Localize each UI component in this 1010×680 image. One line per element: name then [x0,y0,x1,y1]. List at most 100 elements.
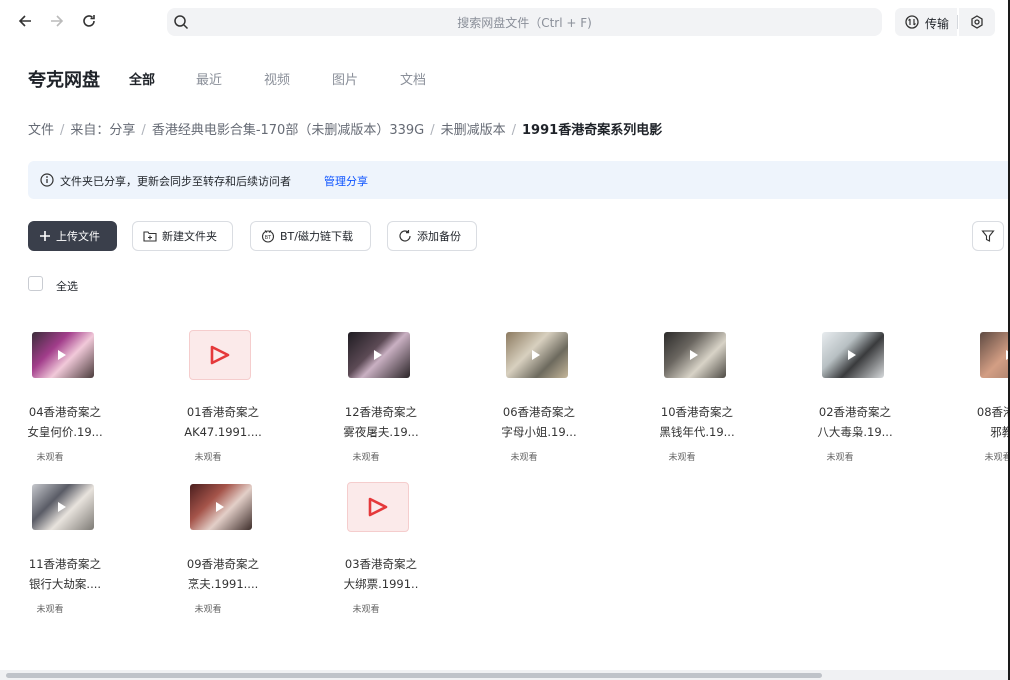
file-name: 09香港奇案之 烹夫.1991.... [158,554,288,594]
folder-plus-icon [143,231,157,242]
play-icon [58,350,66,360]
video-thumbnail [348,332,410,378]
file-name-line2: 邪教追... [990,425,1010,439]
play-icon [210,345,230,365]
watch-status: 未观看 [984,453,1010,463]
tab-recent[interactable]: 最近 [196,69,222,88]
search-placeholder: 搜索网盘文件（Ctrl + F) [457,16,592,30]
bt-download-label: BT/磁力链下载 [280,230,353,243]
breadcrumb-item-collection[interactable]: 香港经典电影合集-170部（未删减版本）339G [152,123,424,138]
video-file-icon [189,330,251,380]
file-name-line2: 雾夜屠夫.19... [343,425,419,439]
file-name: 11香港奇案之 银行大劫案.... [0,554,130,594]
watch-status: 未观看 [194,453,222,463]
app-logo: 夸克网盘 [28,70,100,91]
back-button[interactable] [14,10,36,32]
file-name-line2: 黑钱年代.19... [659,425,735,439]
video-thumbnail [980,332,1010,378]
file-name-line1: 08香港奇案之 [976,405,1010,419]
video-thumbnail [32,332,94,378]
new-folder-label: 新建文件夹 [162,230,217,243]
watch-status: 未观看 [194,605,222,615]
file-name: 04香港奇案之 女皇何价.19... [0,402,130,442]
file-name-line1: 11香港奇案之 [28,557,102,571]
breadcrumb-item-current: 1991香港奇案系列电影 [522,123,663,138]
breadcrumb-item-uncut[interactable]: 未删减版本 [441,123,506,138]
refresh-icon [83,15,95,27]
play-icon [374,350,382,360]
file-name: 03香港奇案之 大绑票.1991.. [316,554,446,594]
tab-image[interactable]: 图片 [332,69,358,88]
video-thumbnail [190,484,252,530]
play-icon [532,350,540,360]
file-name: 10香港奇案之 黑钱年代.19... [632,402,762,442]
select-all-checkbox[interactable] [28,276,43,291]
select-all-label: 全选 [56,280,78,293]
file-name-line1: 10香港奇案之 [660,405,734,419]
file-name-line1: 02香港奇案之 [818,405,892,419]
tab-video[interactable]: 视频 [264,69,290,88]
new-folder-button[interactable]: 新建文件夹 [132,221,233,251]
manage-share-link[interactable]: 管理分享 [324,173,368,189]
file-name-line2: 女皇何价.19... [27,425,103,439]
file-name-line2: 大绑票.1991.. [343,577,419,591]
play-icon [848,350,856,360]
video-thumbnail [664,332,726,378]
watch-status: 未观看 [352,605,380,615]
play-icon [368,497,388,517]
file-name: 06香港奇案之 字母小姐.19... [474,402,604,442]
transfer-button[interactable]: 传输 [895,8,957,36]
forward-button[interactable] [46,10,68,32]
toolbar-divider [957,15,958,29]
upload-label: 上传文件 [56,230,100,243]
filter-icon [981,230,995,242]
filter-button[interactable] [972,221,1004,251]
breadcrumb-item-files[interactable]: 文件 [28,123,54,138]
file-name: 12香港奇案之 雾夜屠夫.19... [316,402,446,442]
tab-all[interactable]: 全部 [129,69,155,88]
sync-icon [399,230,411,242]
file-name-line2: 八大毒枭.19... [817,425,893,439]
watch-status: 未观看 [352,453,380,463]
breadcrumb-item-shared[interactable]: 来自：分享 [70,123,135,138]
watch-status: 未观看 [826,453,854,463]
scrollbar-thumb[interactable] [6,673,822,678]
watch-status: 未观看 [36,605,64,615]
file-name-line2: 字母小姐.19... [501,425,577,439]
bt-download-button[interactable]: BT BT/磁力链下载 [250,221,371,251]
search-input[interactable]: 搜索网盘文件（Ctrl + F) [167,8,882,36]
upload-button[interactable]: 上传文件 [28,221,117,251]
file-name-line1: 12香港奇案之 [344,405,418,419]
video-thumbnail [32,484,94,530]
notice-text: 文件夹已分享，更新会同步至转存和后续访问者 [60,175,291,188]
file-name: 08香港奇案之邪教追... [948,402,1010,442]
file-name-line1: 04香港奇案之 [28,405,102,419]
refresh-button[interactable] [78,10,100,32]
watch-status: 未观看 [668,453,696,463]
file-name-line1: 01香港奇案之 [186,405,260,419]
file-name: 02香港奇案之 八大毒枭.19... [790,402,920,442]
add-backup-button[interactable]: 添加备份 [387,221,477,251]
file-name-line1: 03香港奇案之 [344,557,418,571]
play-icon [690,350,698,360]
file-name: 01香港奇案之 AK47.1991.... [158,402,288,442]
file-name-line2: 烹夫.1991.... [187,577,259,591]
tab-document[interactable]: 文档 [400,69,426,88]
video-file-icon [347,482,409,532]
add-backup-label: 添加备份 [417,230,461,243]
settings-button[interactable] [959,8,995,36]
gear-icon [971,15,983,29]
arrow-right-icon [51,15,64,27]
watch-status: 未观看 [36,453,64,463]
svg-text:BT: BT [265,235,272,241]
breadcrumb: 文件 / 来自：分享 / 香港经典电影合集-170部（未删减版本）339G / 未删减版本 /… [28,123,663,138]
file-name-line1: 09香港奇案之 [186,557,260,571]
arrow-left-icon [18,15,31,27]
file-name-line2: 银行大劫案.... [28,577,102,591]
play-icon [58,502,66,512]
transfer-label: 传输 [925,17,950,31]
transfer-icon [905,15,919,29]
plus-icon [40,231,50,241]
video-thumbnail [506,332,568,378]
play-icon [216,502,224,512]
